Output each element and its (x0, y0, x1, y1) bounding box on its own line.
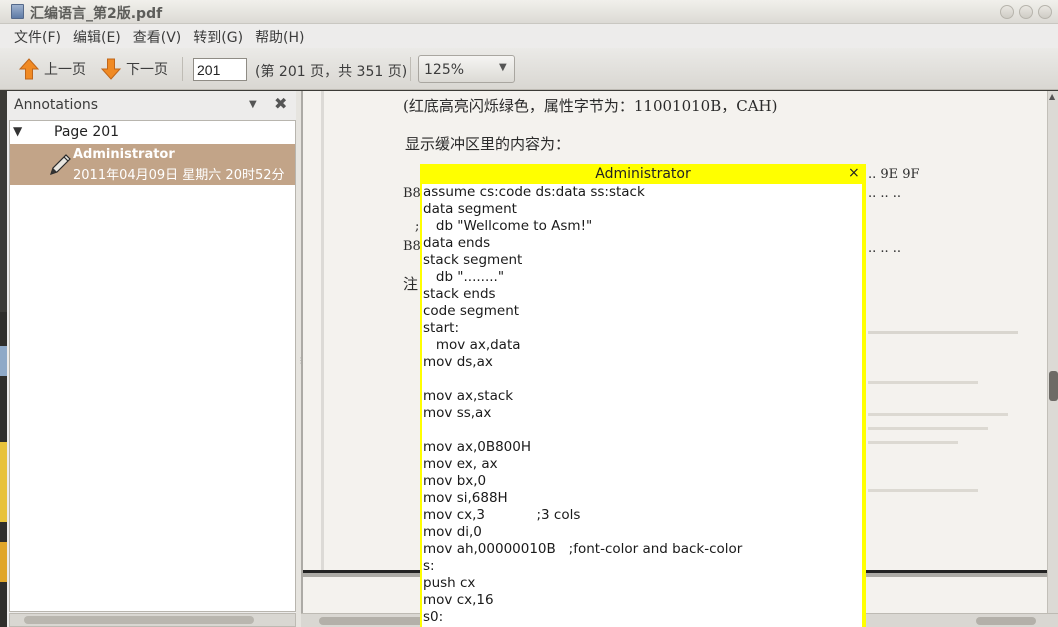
close-sidebar-icon[interactable]: ✖ (274, 94, 287, 113)
annotation-text-line: db "Wellcome to Asm!" (423, 218, 593, 234)
annotation-text-line: stack segment (423, 252, 523, 268)
annotations-tree: ▼ Page 201 Administrator 2011年04月09日 星期六… (9, 120, 296, 612)
minimize-button[interactable] (1000, 5, 1014, 19)
doc-text-fragment: ; (415, 219, 420, 234)
doc-text-fragment: .. .. .. (868, 241, 902, 256)
scrollbar-thumb[interactable] (24, 616, 254, 624)
annotation-text-line (422, 371, 862, 388)
tree-page-node[interactable]: ▼ Page 201 (10, 121, 295, 145)
arrow-down-icon (100, 58, 122, 80)
menu-edit[interactable]: 编辑(E) (67, 24, 127, 48)
annotation-text-line: mov si,688H (423, 490, 508, 506)
annotation-text-line: stack ends (423, 286, 496, 302)
scrollbar-thumb[interactable] (1049, 371, 1058, 401)
annotation-text-line (422, 422, 862, 439)
toolbar-separator (410, 57, 411, 81)
annotation-text-line: mov di,0 (423, 524, 482, 540)
pencil-icon (50, 154, 71, 175)
annotation-text-line: code segment (423, 303, 520, 319)
annotation-text-line: start: (423, 320, 459, 336)
annotation-text-line: mov ah,00000010B ;font-color and back-co… (423, 541, 743, 557)
title-bar: 汇编语言_第2版.pdf (0, 0, 1058, 24)
doc-text-fragment: B8 (403, 186, 421, 201)
next-page-label: 下一页 (126, 62, 168, 78)
annotation-text-line: s0: (423, 609, 444, 625)
sidebar-header: Annotations ▼ ✖ (7, 91, 296, 119)
toolbar: 上一页 下一页 (第 201 页，共 351 页) 125% ▼ (0, 48, 1058, 90)
annotation-list-item[interactable]: Administrator 2011年04月09日 星期六 20时52分 (10, 144, 295, 185)
document-viewer-icon (11, 4, 24, 19)
window-controls (1000, 5, 1052, 19)
annotation-text-line: db "........" (423, 269, 505, 285)
arrow-up-icon (18, 58, 40, 80)
annotation-text-line: mov ex, ax (423, 456, 498, 472)
doc-text-fragment: .. .. .. (868, 186, 902, 201)
menu-bar: 文件(F) 编辑(E) 查看(V) 转到(G) 帮助(H) (0, 24, 1058, 48)
scroll-up-icon[interactable]: ▲ (1049, 92, 1055, 101)
sidebar-horizontal-scrollbar[interactable] (9, 613, 296, 627)
previous-page-label: 上一页 (44, 62, 86, 78)
previous-page-button[interactable]: 上一页 (18, 58, 86, 80)
menu-file[interactable]: 文件(F) (8, 24, 67, 48)
annotation-text-line: mov cx,16 (423, 592, 494, 608)
annotation-text-line: mov ss,ax (423, 405, 492, 421)
annotations-sidebar: Annotations ▼ ✖ ▼ Page 201 Administrator… (7, 91, 296, 627)
tree-page-label: Page 201 (54, 124, 120, 140)
popup-title: Administrator (595, 166, 691, 182)
annotation-text-line: mov ax,data (423, 337, 521, 353)
doc-text-fragment: B8 (403, 239, 421, 254)
annotation-text-line: s: (423, 558, 435, 574)
zoom-select[interactable]: 125% ▼ (418, 55, 515, 83)
annotation-text-line: data segment (423, 201, 517, 217)
annotation-text-line: mov ds,ax (423, 354, 493, 370)
close-window-button[interactable] (1038, 5, 1052, 19)
maximize-button[interactable] (1019, 5, 1033, 19)
sidebar-title: Annotations (14, 97, 99, 113)
next-page-button[interactable]: 下一页 (100, 58, 168, 80)
annotation-text-line: assume cs:code ds:data ss:stack (423, 184, 645, 200)
expander-icon[interactable]: ▼ (13, 124, 22, 138)
annotation-date: 2011年04月09日 星期六 20时52分 (73, 168, 285, 183)
toolbar-separator (182, 57, 183, 81)
close-popup-icon[interactable]: × (848, 165, 860, 181)
doc-text-line: (红底高亮闪烁绿色，属性字节为：11001010B，CAH) (403, 97, 778, 115)
annotation-text-area[interactable]: assume cs:code ds:data ss:stack data segm… (422, 184, 862, 627)
doc-text-line: 显示缓冲区里的内容为： (405, 135, 571, 153)
scrollbar-thumb[interactable] (976, 617, 1036, 625)
annotation-text-line: push cx (423, 575, 476, 591)
menu-help[interactable]: 帮助(H) (249, 24, 310, 48)
annotation-text-line: mov ax,0B800H (423, 439, 532, 455)
document-vertical-scrollbar[interactable]: ▲ (1047, 91, 1058, 613)
menu-view[interactable]: 查看(V) (127, 24, 188, 48)
annotation-author: Administrator (73, 147, 175, 162)
menu-go[interactable]: 转到(G) (187, 24, 249, 48)
sidebar-dropdown-icon[interactable]: ▼ (249, 99, 257, 110)
page-number-input[interactable] (193, 58, 247, 81)
doc-text-fragment: .. 9E 9F (868, 167, 920, 182)
doc-text-fragment: 注 (403, 275, 419, 293)
background-window-edge (0, 312, 7, 627)
annotation-popup[interactable]: Administrator × assume cs:code ds:data s… (420, 164, 866, 627)
scrollbar-thumb[interactable] (319, 617, 429, 625)
annotation-text-line: mov ax,stack (423, 388, 514, 404)
window-title: 汇编语言_第2版.pdf (30, 6, 163, 22)
annotation-text-line: mov bx,0 (423, 473, 487, 489)
annotation-text-line: data ends (423, 235, 491, 251)
chevron-down-icon: ▼ (499, 62, 507, 73)
page-count-label: (第 201 页，共 351 页) (255, 64, 408, 80)
zoom-value: 125% (424, 62, 465, 78)
annotation-text-line: mov cx,3 ;3 cols (423, 507, 581, 523)
